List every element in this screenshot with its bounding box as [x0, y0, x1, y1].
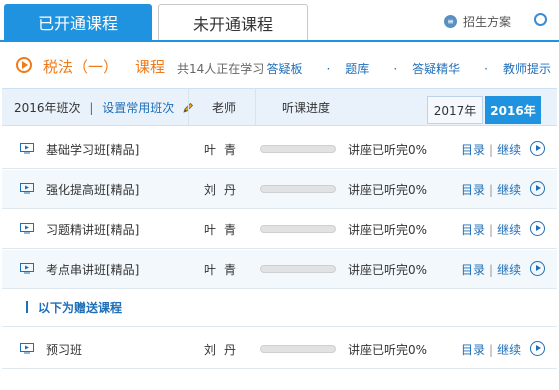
row-links: 目录 | 继续 [461, 143, 522, 157]
tab-underline [0, 40, 559, 42]
table-row: 预习班 刘丹 讲座已听完0% 目录 | 继续 [2, 330, 557, 369]
course-class-name[interactable]: 预习班 [46, 341, 82, 358]
play-circle-icon[interactable] [530, 181, 545, 196]
continue-link[interactable]: 继续 [497, 183, 521, 197]
gift-section-heading: 以下为赠送课程 [2, 288, 557, 327]
teacher-column-header: 老师 [212, 101, 237, 115]
document-icon: ≡ [444, 15, 457, 28]
monitor-icon [20, 183, 34, 194]
tab-unopened-courses[interactable]: 未开通课程 [158, 4, 308, 40]
teacher-name: 刘丹 [204, 343, 245, 357]
table-header: 2016年班次 | 设置常用班次 老师 听课进度 2017年 2016年 [2, 88, 557, 126]
monitor-icon [20, 223, 34, 234]
progress-status: 讲座已听完0% [348, 183, 428, 197]
catalog-link[interactable]: 目录 [461, 263, 485, 277]
column-divider [255, 89, 256, 125]
refresh-button[interactable] [534, 13, 547, 26]
progress-status: 讲座已听完0% [348, 263, 428, 277]
monitor-icon [20, 343, 34, 354]
monitor-icon [20, 143, 34, 154]
row-links: 目录 | 继续 [461, 343, 522, 357]
continue-link[interactable]: 继续 [497, 223, 521, 237]
progress-bar [260, 145, 336, 153]
column-divider [188, 89, 189, 125]
progress-column-header: 听课进度 [282, 101, 331, 115]
continue-link[interactable]: 继续 [497, 263, 521, 277]
teacher-name: 刘丹 [204, 183, 245, 197]
refresh-icon [534, 13, 547, 26]
play-circle-icon[interactable] [530, 341, 545, 356]
continue-link[interactable]: 继续 [497, 143, 521, 157]
course-class-name[interactable]: 基础学习班[精品] [46, 141, 139, 158]
catalog-link[interactable]: 目录 [461, 223, 485, 237]
gift-heading-text: 以下为赠送课程 [38, 301, 123, 315]
table-row: 考点串讲班[精品] 叶青 讲座已听完0% 目录 | 继续 [2, 250, 557, 289]
table-row: 习题精讲班[精品] 叶青 讲座已听完0% 目录 | 继续 [2, 210, 557, 249]
teacher-tips-link[interactable]: · 教师提示 [472, 60, 551, 77]
catalog-link[interactable]: 目录 [461, 143, 485, 157]
teacher-name: 叶青 [204, 263, 245, 277]
catalog-link[interactable]: 目录 [461, 183, 485, 197]
play-circle-icon[interactable] [530, 141, 545, 156]
progress-status: 讲座已听完0% [348, 143, 428, 157]
class-year-label: 2016年班次 [14, 101, 81, 115]
course-tabs: 已开通课程 未开通课程 ≡ 招生方案 [0, 0, 559, 40]
course-class-name[interactable]: 强化提高班[精品] [46, 181, 139, 198]
recruit-plan-link[interactable]: ≡ 招生方案 [444, 13, 511, 30]
continue-link[interactable]: 继续 [497, 343, 521, 357]
set-common-class-link[interactable]: 设置常用班次 [102, 101, 174, 115]
question-bank-link[interactable]: · 题库 [314, 60, 369, 77]
qa-highlights-link[interactable]: · 答疑精华 [381, 60, 460, 77]
tab-opened-courses[interactable]: 已开通课程 [4, 4, 152, 40]
progress-bar [260, 185, 336, 193]
quick-links: · 答疑板 · 题库 · 答疑精华 · 教师提示 [224, 60, 551, 77]
progress-bar [260, 265, 336, 273]
catalog-link[interactable]: 目录 [461, 343, 485, 357]
teacher-name: 叶青 [204, 223, 245, 237]
row-links: 目录 | 继续 [461, 223, 522, 237]
course-word: 课程 [135, 58, 166, 76]
table-row: 基础学习班[精品] 叶青 讲座已听完0% 目录 | 继续 [2, 130, 557, 169]
recruit-plan-label: 招生方案 [463, 15, 512, 29]
qa-board-link[interactable]: · 答疑板 [236, 60, 303, 77]
row-links: 目录 | 继续 [461, 183, 522, 197]
progress-bar [260, 345, 336, 353]
course-class-name[interactable]: 习题精讲班[精品] [46, 221, 139, 238]
course-title[interactable]: 税法（一） [43, 56, 118, 77]
class-header: 2016年班次 | 设置常用班次 [14, 99, 194, 116]
teacher-name: 叶青 [204, 143, 245, 157]
row-links: 目录 | 继续 [461, 263, 522, 277]
play-circle-icon[interactable] [530, 221, 545, 236]
course-header: 税法（一） 课程 共14人正在学习 · 答疑板 · 题库 · 答疑精华 · 教师提示 [0, 46, 559, 88]
progress-status: 讲座已听完0% [348, 223, 428, 237]
table-row: 强化提高班[精品] 刘丹 讲座已听完0% 目录 | 继续 [2, 170, 557, 209]
play-icon [16, 57, 32, 73]
monitor-icon [20, 263, 34, 274]
year-2017-button[interactable]: 2017年 [427, 96, 483, 124]
progress-status: 讲座已听完0% [348, 343, 428, 357]
progress-bar [260, 225, 336, 233]
year-2016-button[interactable]: 2016年 [485, 96, 541, 124]
course-class-name[interactable]: 考点串讲班[精品] [46, 261, 139, 278]
play-circle-icon[interactable] [530, 261, 545, 276]
heading-marker [26, 301, 28, 313]
